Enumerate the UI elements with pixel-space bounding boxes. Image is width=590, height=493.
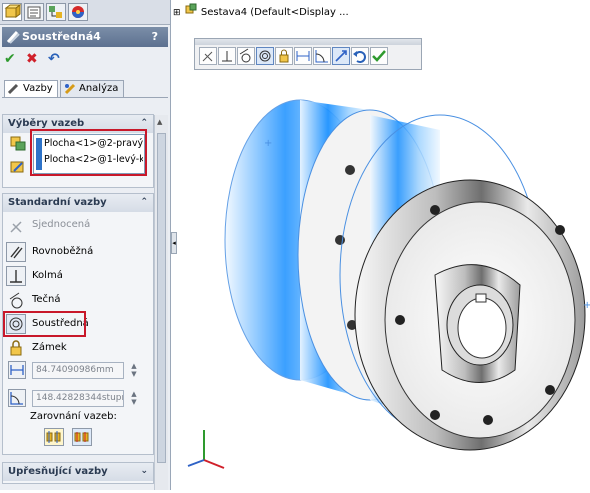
- advanced-mates-group: Upřesňující vazby ⌄: [2, 462, 154, 484]
- collapse-icon[interactable]: ⌃: [140, 118, 148, 128]
- mate-icon: [7, 83, 20, 98]
- mate-label: Rovnoběžná: [32, 246, 94, 257]
- bolt-hole: [430, 410, 440, 420]
- expand-icon[interactable]: ⌄: [140, 466, 148, 476]
- mate-lock[interactable]: Zámek: [6, 338, 146, 358]
- x-axis-icon: [203, 459, 225, 469]
- anti-aligned-button[interactable]: [72, 428, 92, 446]
- perpendicular-icon: [6, 266, 26, 286]
- bolt-hole: [335, 235, 345, 245]
- angle-spinner[interactable]: ▲ ▼: [128, 390, 140, 407]
- mate-parallel[interactable]: Rovnoběžná: [6, 242, 146, 262]
- bore-hole[interactable]: [457, 297, 507, 359]
- mate-popup-toolbar: [194, 38, 422, 70]
- model-view[interactable]: + +: [180, 70, 590, 490]
- analysis-icon: [64, 83, 76, 98]
- page-title: Soustředná4: [22, 30, 101, 43]
- bolt-hole: [430, 205, 440, 215]
- group-title: Výběry vazeb: [8, 118, 85, 129]
- property-icon[interactable]: [24, 3, 44, 21]
- angle-icon[interactable]: [313, 47, 331, 65]
- tab-vazby[interactable]: Vazby: [4, 80, 58, 98]
- bolt-hole: [545, 385, 555, 395]
- undo-icon[interactable]: [351, 47, 369, 65]
- pin-icon[interactable]: [9, 158, 27, 176]
- property-manager: Soustředná4 ? ✔ ✖ ↶ Vazby Analýza Výběry…: [0, 0, 171, 490]
- parallel-icon: [6, 242, 26, 262]
- scroll-up-icon[interactable]: ▲: [157, 118, 162, 126]
- bolt-hole: [555, 225, 565, 235]
- ok-button[interactable]: ✔: [4, 52, 18, 66]
- mate-label: Kolmá: [32, 270, 63, 281]
- appearance-icon[interactable]: [68, 3, 88, 21]
- highlight-box: [30, 129, 147, 176]
- coincident-icon[interactable]: [199, 47, 217, 65]
- origin-marker: +: [264, 138, 272, 149]
- scrollbar[interactable]: ▲: [154, 115, 168, 490]
- z-axis-icon: [187, 459, 205, 467]
- group-title: Standardní vazby: [8, 197, 107, 208]
- expand-icon[interactable]: ⊞: [173, 8, 181, 18]
- coincident-icon: [6, 215, 26, 235]
- feature-tree[interactable]: ⊞ Sestava4 (Default<Display ...: [173, 3, 349, 18]
- graphics-viewport[interactable]: + +: [180, 70, 590, 490]
- scroll-thumb[interactable]: [157, 133, 166, 463]
- panel-splitter[interactable]: ◂: [171, 232, 177, 254]
- cancel-button[interactable]: ✖: [26, 52, 40, 66]
- bolt-hole: [483, 415, 493, 425]
- config-icon[interactable]: [46, 3, 66, 21]
- entity-select-icon: [9, 134, 27, 152]
- title-bar: Soustředná4 ?: [2, 27, 168, 47]
- distance-icon[interactable]: [294, 47, 312, 65]
- aligned-button[interactable]: [44, 428, 64, 446]
- angle-field[interactable]: 148.42828344stupně: [32, 390, 124, 407]
- angle-icon[interactable]: [8, 389, 26, 407]
- flip-alignment-icon[interactable]: [332, 47, 350, 65]
- mate-perpendicular[interactable]: Kolmá: [6, 266, 146, 286]
- group-title: Upřesňující vazby: [8, 466, 108, 477]
- tree-root-label: Sestava4 (Default<Display ...: [200, 7, 349, 18]
- tab-analyza[interactable]: Analýza: [60, 80, 124, 98]
- concentric-icon[interactable]: [256, 47, 274, 65]
- alignment-label: Zarovnání vazeb:: [30, 411, 117, 422]
- bolt-hole: [345, 165, 355, 175]
- assembly-icon: [184, 3, 198, 18]
- tangent-icon: [6, 290, 26, 310]
- mate-label: Zámek: [32, 342, 67, 353]
- tab-label: Vazby: [23, 83, 53, 94]
- origin-marker: +: [583, 300, 590, 311]
- help-button[interactable]: ?: [152, 30, 158, 43]
- distance-icon[interactable]: [8, 361, 26, 379]
- distance-spinner[interactable]: ▲ ▼: [128, 362, 140, 379]
- tab-divider: [2, 97, 168, 98]
- bolt-hole: [395, 315, 405, 325]
- group-header[interactable]: Upřesňující vazby ⌄: [3, 463, 153, 481]
- collapse-icon[interactable]: ⌃: [140, 197, 148, 207]
- mate-tangent[interactable]: Tečná: [6, 290, 146, 310]
- ok-icon[interactable]: [370, 47, 388, 65]
- undo-button[interactable]: ↶: [48, 52, 62, 66]
- mate-coincident[interactable]: Sjednocená: [6, 215, 146, 235]
- mate-icon: [6, 30, 20, 47]
- perpendicular-icon[interactable]: [218, 47, 236, 65]
- manager-tabs: [0, 0, 170, 25]
- mate-label: Tečná: [32, 294, 61, 305]
- lock-icon: [6, 338, 26, 358]
- highlight-box: [3, 311, 86, 337]
- tangent-icon[interactable]: [237, 47, 255, 65]
- lock-icon[interactable]: [275, 47, 293, 65]
- part-tree-icon[interactable]: [2, 3, 22, 21]
- keyway: [475, 293, 487, 303]
- mate-label: Sjednocená: [32, 219, 91, 230]
- distance-field[interactable]: 84.74090986mm: [32, 362, 124, 379]
- tab-label: Analýza: [79, 83, 119, 94]
- group-header[interactable]: Standardní vazby ⌃: [3, 194, 153, 212]
- toolbar-grip[interactable]: [195, 39, 421, 45]
